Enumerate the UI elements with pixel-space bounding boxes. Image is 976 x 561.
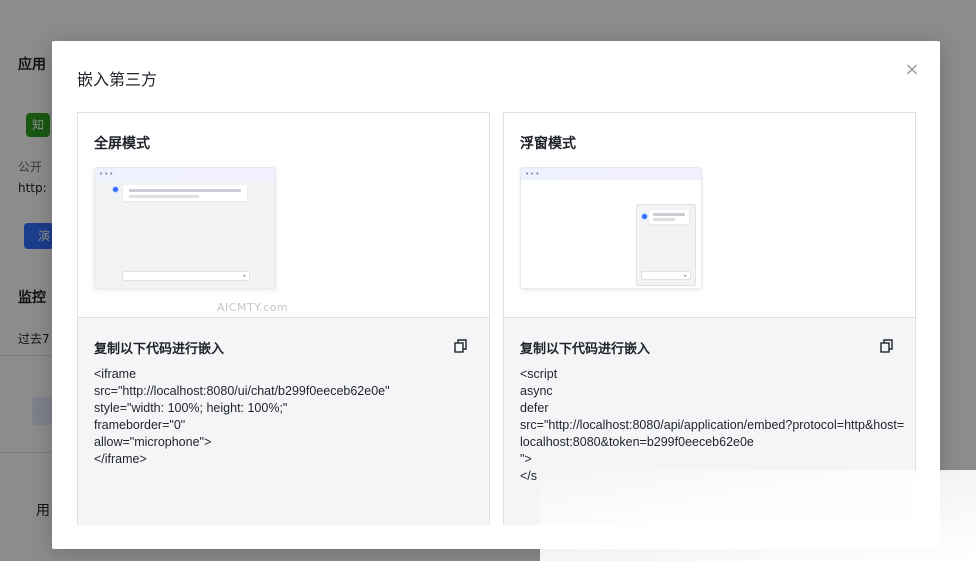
fullscreen-code-area: 复制以下代码进行嵌入 <iframe src="http://localhost… (78, 317, 489, 525)
fullscreen-mode-card[interactable]: 全屏模式 ••• ▸ AICMTY.com 复制以下代码进行嵌入 <iframe… (77, 112, 490, 525)
copy-label: 复制以下代码进行嵌入 (520, 342, 651, 357)
float-preview-image: ••• ▸ (520, 167, 702, 289)
card-title-float: 浮窗模式 (520, 136, 576, 152)
bot-avatar-icon (112, 186, 119, 193)
copy-icon[interactable] (879, 338, 895, 354)
copy-icon[interactable] (453, 338, 469, 354)
bot-avatar-icon (641, 213, 648, 220)
embed-code-iframe[interactable]: <iframe src="http://localhost:8080/ui/ch… (94, 366, 479, 468)
copy-label: 复制以下代码进行嵌入 (94, 342, 225, 357)
fullscreen-preview-image: ••• ▸ (94, 167, 276, 289)
image-artifact (540, 470, 976, 561)
float-mode-card[interactable]: 浮窗模式 ••• ▸ 复制以下代码进行嵌入 <script async defe… (503, 112, 916, 525)
window-dots-icon: ••• (525, 170, 541, 178)
embed-code-script[interactable]: <script async defer src="http://localhos… (520, 366, 905, 485)
window-dots-icon: ••• (99, 170, 115, 178)
dialog-title: 嵌入第三方 (77, 70, 158, 89)
close-icon[interactable]: × (900, 58, 924, 82)
card-title-fullscreen: 全屏模式 (94, 136, 150, 152)
watermark: AICMTY.com (217, 301, 289, 314)
